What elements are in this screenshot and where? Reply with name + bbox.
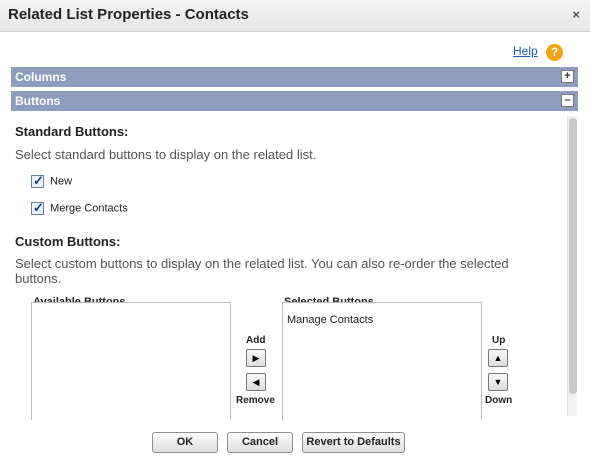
revert-to-defaults-button[interactable]: Revert to Defaults bbox=[302, 432, 405, 453]
checkbox-row-new[interactable]: New bbox=[31, 173, 73, 189]
columns-section-header[interactable]: Columns + bbox=[11, 67, 578, 87]
list-item[interactable]: Manage Contacts bbox=[287, 314, 373, 326]
content-scrollbar[interactable] bbox=[567, 116, 577, 416]
collapse-icon[interactable]: – bbox=[561, 94, 574, 107]
up-label: Up bbox=[492, 335, 506, 346]
dialog-title: Related List Properties - Contacts bbox=[8, 6, 249, 23]
dialog-titlebar: Related List Properties - Contacts × bbox=[0, 0, 590, 32]
checkbox-new[interactable] bbox=[31, 173, 44, 189]
custom-buttons-description: Select custom buttons to display on the … bbox=[15, 256, 509, 286]
columns-section-label: Columns bbox=[15, 70, 67, 84]
down-label: Down bbox=[485, 395, 513, 406]
standard-buttons-description: Select standard buttons to display on th… bbox=[15, 147, 317, 162]
available-buttons-list[interactable] bbox=[31, 302, 231, 420]
selected-buttons-list[interactable]: Manage Contacts bbox=[282, 302, 482, 420]
expand-icon[interactable]: + bbox=[561, 70, 574, 83]
cancel-button[interactable]: Cancel bbox=[227, 432, 293, 453]
remove-label: Remove bbox=[236, 395, 275, 406]
add-button[interactable]: ▶ bbox=[246, 349, 266, 367]
remove-button[interactable]: ◀ bbox=[246, 373, 266, 391]
help-icon[interactable]: ? bbox=[546, 44, 563, 61]
move-down-button[interactable]: ▼ bbox=[488, 373, 508, 391]
close-icon[interactable]: × bbox=[572, 7, 580, 22]
ok-button[interactable]: OK bbox=[152, 432, 218, 453]
checkbox-new-label: New bbox=[50, 175, 73, 188]
standard-buttons-heading: Standard Buttons: bbox=[15, 124, 129, 139]
buttons-section-content: Standard Buttons: Select standard button… bbox=[11, 112, 578, 420]
checkbox-merge-contacts[interactable] bbox=[31, 200, 44, 216]
custom-buttons-heading: Custom Buttons: bbox=[15, 234, 121, 249]
buttons-section-label: Buttons bbox=[15, 94, 61, 108]
move-up-button[interactable]: ▲ bbox=[488, 349, 508, 367]
checkbox-merge-contacts-label: Merge Contacts bbox=[50, 202, 128, 215]
scrollbar-thumb[interactable] bbox=[569, 118, 577, 394]
add-label: Add bbox=[246, 335, 266, 346]
buttons-section-header[interactable]: Buttons – bbox=[11, 91, 578, 111]
help-link[interactable]: Help bbox=[513, 44, 538, 58]
checkbox-row-merge-contacts[interactable]: Merge Contacts bbox=[31, 200, 128, 216]
